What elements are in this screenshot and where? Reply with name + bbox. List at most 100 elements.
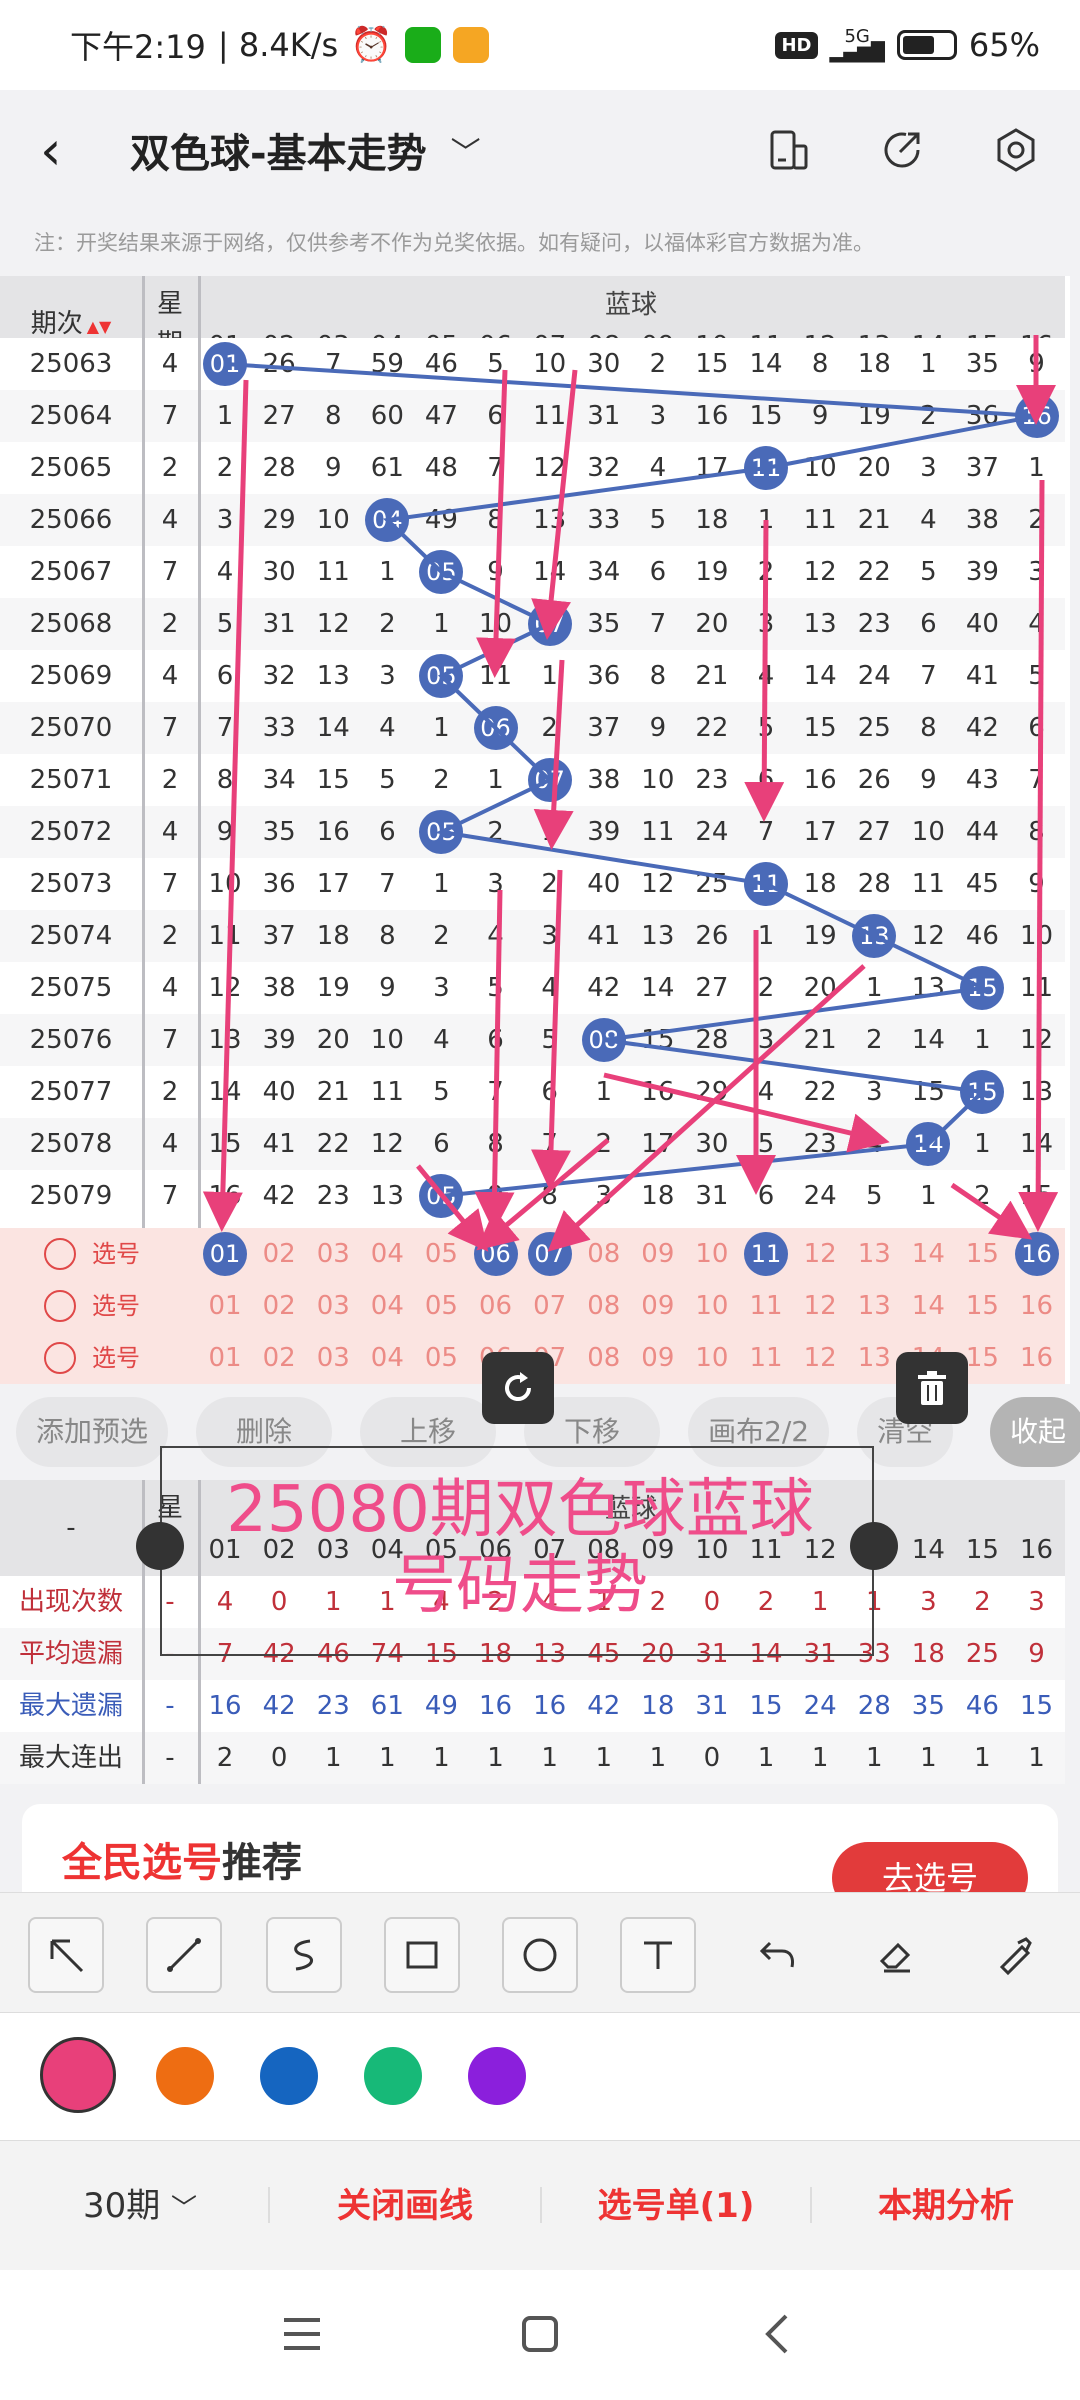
miss-count: 9: [216, 817, 234, 847]
color-swatch-orange[interactable]: [156, 2047, 214, 2105]
color-swatch-blue[interactable]: [260, 2047, 318, 2105]
selectable-number[interactable]: 08: [577, 1228, 631, 1280]
period-selector[interactable]: 30期 ﹀: [40, 2141, 240, 2274]
row-week: 4: [161, 973, 179, 1003]
annotation-text[interactable]: 25080期双色球蓝球 号码走势: [160, 1472, 880, 1624]
selection-radio[interactable]: [44, 1238, 76, 1270]
selected-ball[interactable]: 07: [523, 1228, 577, 1280]
miss-count: 12: [641, 869, 675, 899]
selectable-number[interactable]: 06: [469, 1280, 523, 1332]
selectable-number[interactable]: 12: [793, 1332, 847, 1384]
curve-tool[interactable]: [266, 1917, 342, 1993]
selectable-number[interactable]: 16: [1010, 1280, 1064, 1332]
miss-count: 7: [487, 453, 504, 483]
miss-count: 17: [695, 453, 729, 483]
selectable-number[interactable]: 10: [685, 1332, 739, 1384]
selectable-number[interactable]: 09: [631, 1332, 685, 1384]
add-preselect-button[interactable]: 添加预选: [16, 1397, 169, 1467]
selected-ball[interactable]: 06: [469, 1228, 523, 1280]
resize-handle-left[interactable]: [136, 1522, 184, 1570]
eraser-tool[interactable]: [858, 1917, 934, 1993]
selectable-number[interactable]: 04: [360, 1228, 414, 1280]
selectable-number[interactable]: 01: [198, 1332, 252, 1384]
selectable-number[interactable]: 03: [306, 1280, 360, 1332]
layout-toggle-icon[interactable]: [764, 126, 812, 174]
selection-list-button[interactable]: 选号单(1): [542, 2141, 810, 2271]
miss-count: 1: [216, 401, 234, 431]
selectable-number[interactable]: 10: [685, 1228, 739, 1280]
selectable-number[interactable]: 10: [685, 1280, 739, 1332]
selectable-number[interactable]: 05: [414, 1332, 468, 1384]
selection-label: 选号: [92, 1344, 140, 1372]
selectable-number[interactable]: 09: [631, 1228, 685, 1280]
close-lines-button[interactable]: 关闭画线: [270, 2141, 540, 2271]
brush-tool[interactable]: [976, 1917, 1052, 1993]
selectable-number[interactable]: 02: [252, 1228, 306, 1280]
chevron-down-icon[interactable]: ﹀: [451, 128, 481, 172]
selectable-number[interactable]: 12: [793, 1280, 847, 1332]
selectable-number[interactable]: 11: [739, 1332, 793, 1384]
miss-count: 1: [379, 557, 396, 587]
selectable-number[interactable]: 07: [523, 1280, 577, 1332]
rectangle-tool[interactable]: [384, 1917, 460, 1993]
back-nav-icon[interactable]: [760, 2312, 796, 2356]
miss-count: 2: [433, 921, 450, 951]
circle-tool[interactable]: [502, 1917, 578, 1993]
selectable-number[interactable]: 09: [631, 1280, 685, 1332]
rotate-button[interactable]: [482, 1352, 554, 1424]
selectable-number[interactable]: 05: [414, 1228, 468, 1280]
settings-icon[interactable]: [992, 126, 1040, 174]
text-tool[interactable]: [620, 1917, 696, 1993]
selected-ball[interactable]: 16: [1010, 1228, 1064, 1280]
color-swatch-green[interactable]: [364, 2047, 422, 2105]
miss-count: 49: [424, 505, 458, 535]
resize-handle-right[interactable]: [850, 1522, 898, 1570]
selectable-number[interactable]: 13: [847, 1228, 901, 1280]
selectable-number[interactable]: 08: [577, 1332, 631, 1384]
selectable-number[interactable]: 15: [955, 1228, 1009, 1280]
stats-row-name: 平均遗漏: [18, 1639, 123, 1669]
selection-radio[interactable]: [44, 1342, 76, 1374]
collapse-button[interactable]: 收起: [989, 1397, 1080, 1467]
selectable-number[interactable]: 14: [901, 1280, 955, 1332]
selected-ball[interactable]: 11: [739, 1228, 793, 1280]
page-title[interactable]: 双色球-基本走势: [130, 121, 427, 179]
line-tool[interactable]: [146, 1917, 222, 1993]
selectable-number[interactable]: 11: [739, 1280, 793, 1332]
sort-icon[interactable]: ▲▼: [87, 317, 112, 336]
miss-count: 2: [433, 765, 450, 795]
selectable-number[interactable]: 05: [414, 1280, 468, 1332]
arrow-tool[interactable]: [28, 1917, 104, 1993]
color-swatch-purple[interactable]: [468, 2047, 526, 2105]
selectable-number[interactable]: 08: [577, 1280, 631, 1332]
selectable-number[interactable]: 14: [901, 1228, 955, 1280]
selectable-number[interactable]: 02: [252, 1332, 306, 1384]
selectable-number[interactable]: 13: [847, 1332, 901, 1384]
color-swatch-pink[interactable]: [40, 2037, 116, 2113]
home-nav-icon[interactable]: [518, 2312, 562, 2356]
selectable-number[interactable]: 12: [793, 1228, 847, 1280]
miss-count: 16: [641, 1077, 675, 1107]
selectable-number[interactable]: 03: [306, 1332, 360, 1384]
miss-count: 1: [595, 1077, 612, 1107]
status-time: 下午2:19: [70, 28, 206, 66]
selectable-number[interactable]: 13: [847, 1280, 901, 1332]
selectable-number[interactable]: 01: [198, 1280, 252, 1332]
selectable-number[interactable]: 03: [306, 1228, 360, 1280]
back-icon[interactable]: ‹: [40, 119, 100, 182]
row-period: 25072: [29, 817, 113, 847]
selection-radio[interactable]: [44, 1290, 76, 1322]
menu-nav-icon[interactable]: [280, 2314, 324, 2354]
selectable-number[interactable]: 15: [955, 1280, 1009, 1332]
miss-count: 6: [216, 661, 234, 691]
selectable-number[interactable]: 04: [360, 1332, 414, 1384]
selectable-number[interactable]: 04: [360, 1280, 414, 1332]
selectable-number[interactable]: 16: [1010, 1332, 1064, 1384]
delete-annotation-button[interactable]: [896, 1352, 968, 1424]
selected-ball[interactable]: 01: [198, 1228, 252, 1280]
current-analysis-button[interactable]: 本期分析: [812, 2141, 1080, 2271]
undo-tool[interactable]: [740, 1917, 816, 1993]
selectable-number[interactable]: 02: [252, 1280, 306, 1332]
share-icon[interactable]: [878, 126, 926, 174]
stats-value: 1: [379, 1743, 396, 1773]
